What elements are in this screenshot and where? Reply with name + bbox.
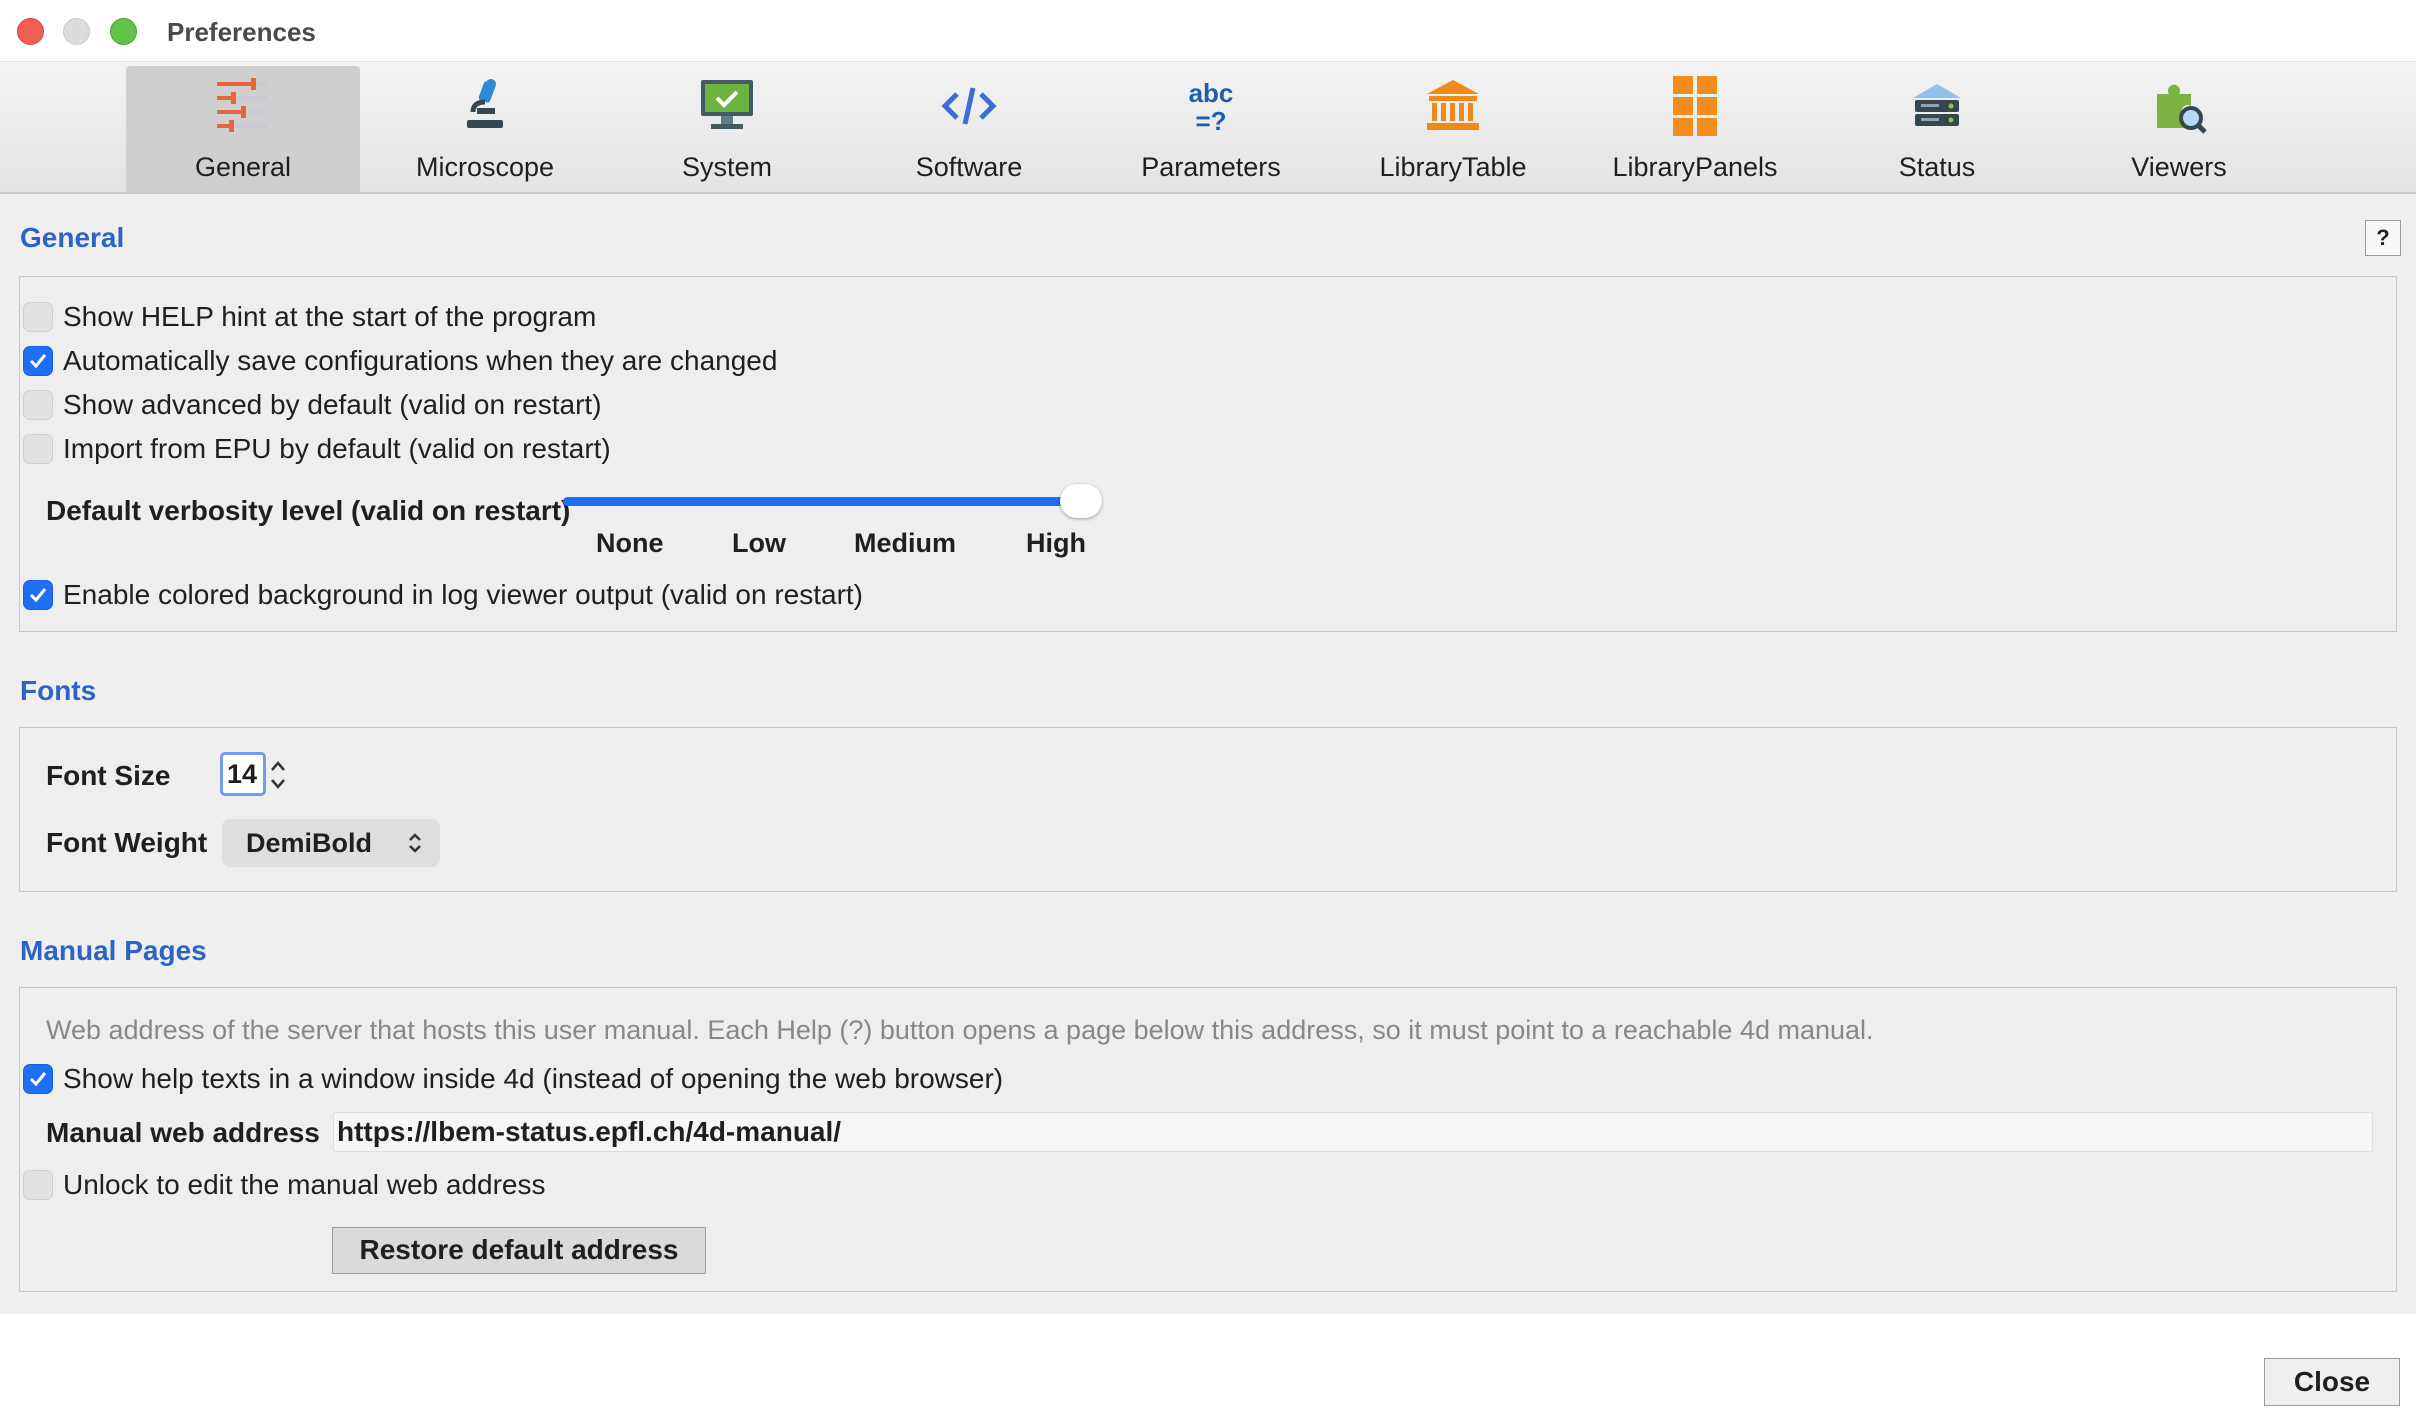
font-weight-select[interactable]: DemiBold (222, 819, 440, 867)
checkbox[interactable] (23, 302, 53, 332)
tab-label: System (681, 152, 773, 182)
manual-description: Web address of the server that hosts thi… (46, 1015, 1874, 1045)
sliders-icon (217, 78, 267, 132)
close-button[interactable]: Close (2264, 1358, 2400, 1406)
verbosity-slider-thumb[interactable] (1060, 484, 1102, 518)
option-label: Show advanced by default (valid on resta… (63, 389, 602, 420)
tab-librarypanels[interactable]: LibraryPanels (1578, 66, 1812, 192)
tab-label: LibraryTable (1379, 152, 1527, 182)
checkbox[interactable] (23, 346, 53, 376)
title-bar: Preferences (0, 0, 2416, 62)
tab-label: Parameters (1141, 152, 1281, 182)
verbosity-tick-high: High (1026, 528, 1086, 558)
minimize-window-button[interactable] (63, 18, 90, 45)
tab-label: Microscope (415, 152, 555, 182)
puzzle-search-icon (2157, 84, 2207, 134)
checkbox[interactable] (23, 390, 53, 420)
checkmark-icon (29, 354, 47, 369)
section-title-fonts: Fonts (20, 675, 97, 706)
tab-label: Viewers (2131, 152, 2227, 182)
font-size-spinbox[interactable]: 14 (220, 752, 266, 796)
manual-address-label: Manual web address (46, 1117, 320, 1148)
svg-text:=?: =? (1195, 106, 1226, 136)
panels-icon (1673, 76, 1717, 136)
option-import-epu[interactable]: Import from EPU by default (valid on res… (0, 431, 611, 467)
option-label: Show help texts in a window inside 4d (i… (63, 1063, 1004, 1094)
option-label: Automatically save configurations when t… (63, 345, 778, 376)
select-value: DemiBold (246, 828, 373, 858)
option-auto-save[interactable]: Automatically save configurations when t… (0, 343, 777, 379)
fonts-group-box (19, 727, 2397, 892)
option-label: Enable colored background in log viewer … (63, 579, 864, 610)
section-title-general: General (20, 222, 125, 253)
tab-software[interactable]: Software (852, 66, 1086, 192)
tab-label: LibraryPanels (1612, 152, 1778, 182)
checkbox[interactable] (23, 580, 53, 610)
manual-address-input[interactable]: https://lbem-status.epfl.ch/4d-manual/ (333, 1112, 2373, 1152)
server-icon (1913, 84, 1961, 126)
tab-system[interactable]: System (610, 66, 844, 192)
option-unlock-address[interactable]: Unlock to edit the manual web address (0, 1167, 546, 1203)
verbosity-tick-low: Low (732, 528, 786, 558)
option-label: Unlock to edit the manual web address (63, 1169, 546, 1200)
spin-arrows-icon[interactable] (268, 754, 288, 796)
zoom-window-button[interactable] (110, 18, 137, 45)
checkmark-icon (29, 588, 47, 603)
font-weight-label: Font Weight (46, 827, 208, 858)
tab-general[interactable]: General (126, 66, 360, 192)
updown-chevron-icon (409, 833, 421, 853)
option-colored-background[interactable]: Enable colored background in log viewer … (0, 577, 863, 613)
checkbox[interactable] (23, 434, 53, 464)
option-label: Show HELP hint at the start of the progr… (63, 301, 597, 332)
option-show-help-hint[interactable]: Show HELP hint at the start of the progr… (0, 299, 596, 335)
option-show-advanced[interactable]: Show advanced by default (valid on resta… (0, 387, 602, 423)
tab-label: Software (915, 152, 1023, 182)
preferences-toolbar: General Microscope System Software abc =… (0, 62, 2416, 194)
checkmark-icon (29, 1072, 47, 1087)
help-button[interactable]: ? (2365, 220, 2401, 256)
tab-parameters[interactable]: abc =? Parameters (1094, 66, 1328, 192)
microscope-icon (467, 79, 503, 128)
font-size-label: Font Size (46, 760, 171, 791)
tab-microscope[interactable]: Microscope (368, 66, 602, 192)
monitor-icon (701, 80, 753, 129)
tab-label: General (194, 152, 292, 182)
library-icon (1427, 80, 1479, 130)
window-title: Preferences (167, 17, 316, 47)
option-show-help-in-window[interactable]: Show help texts in a window inside 4d (i… (0, 1061, 1003, 1097)
abc-icon: abc =? (1189, 78, 1234, 136)
option-label: Import from EPU by default (valid on res… (63, 433, 611, 464)
tab-librarytable[interactable]: LibraryTable (1336, 66, 1570, 192)
checkbox[interactable] (23, 1064, 53, 1094)
verbosity-tick-medium: Medium (854, 528, 957, 558)
svg-text:abc: abc (1189, 78, 1234, 108)
restore-default-address-button[interactable]: Restore default address (332, 1227, 706, 1274)
checkbox[interactable] (23, 1170, 53, 1200)
code-icon (941, 87, 997, 125)
section-title-manual-pages: Manual Pages (20, 935, 207, 966)
tab-label: Status (1898, 152, 1976, 182)
verbosity-tick-none: None (596, 528, 664, 558)
close-window-button[interactable] (17, 18, 44, 45)
verbosity-slider-track[interactable] (563, 497, 1083, 506)
tab-status[interactable]: Status (1820, 66, 2054, 192)
tab-viewers[interactable]: Viewers (2062, 66, 2296, 192)
verbosity-label: Default verbosity level (valid on restar… (46, 495, 571, 526)
